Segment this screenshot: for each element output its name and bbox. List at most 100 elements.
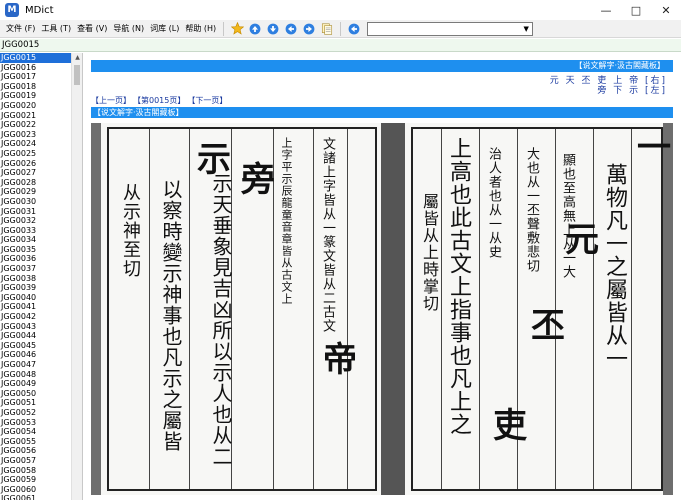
list-item[interactable]: JGG0053 <box>0 418 82 428</box>
list-scrollbar[interactable]: ▲ <box>71 53 82 500</box>
list-item[interactable]: JGG0044 <box>0 331 82 341</box>
chevron-down-icon[interactable]: ▼ <box>520 23 532 35</box>
copy-icon[interactable] <box>320 22 334 36</box>
list-item[interactable]: JGG0028 <box>0 178 82 188</box>
search-combobox[interactable]: ▼ <box>367 21 534 36</box>
list-item[interactable]: JGG0038 <box>0 274 82 284</box>
list-item[interactable]: JGG0022 <box>0 120 82 130</box>
list-item[interactable]: JGG0052 <box>0 408 82 418</box>
toolbar: 文件 (F) 工具 (T) 查看 (V) 导航 (N) 词库 (L) 帮助 (H… <box>0 20 681 38</box>
list-item[interactable]: JGG0031 <box>0 207 82 217</box>
menu-library[interactable]: 词库 (L) <box>147 23 182 34</box>
forward-icon[interactable] <box>302 22 316 36</box>
list-item[interactable]: JGG0018 <box>0 82 82 92</box>
list-item[interactable]: JGG0041 <box>0 302 82 312</box>
toolbar-separator <box>340 21 342 36</box>
list-item[interactable]: JGG0027 <box>0 168 82 178</box>
next-page-link[interactable]: 【下一页】 <box>187 95 227 106</box>
list-item[interactable]: JGG0023 <box>0 130 82 140</box>
scroll-up-icon[interactable]: ▲ <box>72 53 82 63</box>
list-item[interactable]: JGG0049 <box>0 379 82 389</box>
menu-file[interactable]: 文件 (F) <box>3 23 38 34</box>
list-item[interactable]: JGG0050 <box>0 389 82 399</box>
text-column: 顯也至高無上从一大 <box>560 153 575 279</box>
list-item[interactable]: JGG0043 <box>0 322 82 332</box>
list-item[interactable]: JGG0051 <box>0 398 82 408</box>
menu-navigate[interactable]: 导航 (N) <box>110 23 147 34</box>
list-item[interactable]: JGG0048 <box>0 370 82 380</box>
list-item[interactable]: JGG0021 <box>0 111 82 121</box>
dictionary-banner-secondary: 【说文解字·汲古閣藏板】 <box>91 107 673 118</box>
list-item[interactable]: JGG0020 <box>0 101 82 111</box>
seal-character: 帝 <box>323 340 357 380</box>
menu-view[interactable]: 查看 (V) <box>74 23 110 34</box>
list-item[interactable]: JGG0016 <box>0 63 82 73</box>
related-characters-row-2[interactable]: 旁 下 示 [左] <box>597 83 667 96</box>
list-item[interactable]: JGG0019 <box>0 91 82 101</box>
menu-tools[interactable]: 工具 (T) <box>38 23 74 34</box>
up-arrow-icon[interactable] <box>248 22 262 36</box>
close-button[interactable]: ✕ <box>651 0 681 20</box>
list-item[interactable]: JGG0057 <box>0 456 82 466</box>
definition-panel: 【说文解字·汲古閣藏板】 元 天 丕 吏 上 帝 [右] 旁 下 示 [左] 【… <box>84 53 681 500</box>
entry-list[interactable]: JGG0015 JGG0016 JGG0017 JGG0018 JGG0019 JGG00… <box>0 53 83 500</box>
search-go-icon[interactable] <box>347 22 361 36</box>
text-column: 以察時變示神事也凡示之屬皆 <box>159 179 183 452</box>
list-item[interactable]: JGG0032 <box>0 216 82 226</box>
scrollbar-thumb[interactable] <box>74 65 80 85</box>
list-item[interactable]: JGG0047 <box>0 360 82 370</box>
list-item[interactable]: JGG0046 <box>0 350 82 360</box>
prev-page-link[interactable]: 【上一页】 <box>91 95 131 106</box>
entry-input[interactable]: JGG0015 <box>2 40 39 50</box>
dictionary-banner: 【说文解字·汲古閣藏板】 <box>91 60 673 72</box>
list-item[interactable]: JGG0029 <box>0 187 82 197</box>
back-icon[interactable] <box>284 22 298 36</box>
list-item[interactable]: JGG0015 <box>0 53 82 63</box>
list-item[interactable]: JGG0030 <box>0 197 82 207</box>
list-item[interactable]: JGG0042 <box>0 312 82 322</box>
seal-character: 吏 <box>493 406 527 446</box>
entry-input-bar[interactable]: JGG0015 <box>0 39 681 52</box>
menu-bar: 文件 (F) 工具 (T) 查看 (V) 导航 (N) 词库 (L) 帮助 (H… <box>3 23 219 34</box>
app-logo-icon: M <box>5 3 19 17</box>
title-bar: M MDict — □ ✕ <box>0 0 681 20</box>
current-page-link[interactable]: 【第0015页】 <box>133 95 185 106</box>
list-item[interactable]: JGG0025 <box>0 149 82 159</box>
text-column: 屬皆从上時掌切 <box>420 193 439 312</box>
list-item[interactable]: JGG0017 <box>0 72 82 82</box>
list-item[interactable]: JGG0035 <box>0 245 82 255</box>
list-item[interactable]: JGG0059 <box>0 475 82 485</box>
list-item[interactable]: JGG0045 <box>0 341 82 351</box>
toolbar-separator <box>223 21 225 36</box>
list-item[interactable]: JGG0061 <box>0 494 82 500</box>
list-item[interactable]: JGG0039 <box>0 283 82 293</box>
text-column: 从示神至切 <box>120 183 141 278</box>
seal-character: 旁 <box>241 160 275 200</box>
list-item[interactable]: JGG0034 <box>0 235 82 245</box>
down-arrow-icon[interactable] <box>266 22 280 36</box>
maximize-button[interactable]: □ <box>621 0 651 20</box>
list-item[interactable]: JGG0055 <box>0 437 82 447</box>
text-column: 示天垂象見吉凶所以示人也从二 <box>209 173 233 467</box>
list-item[interactable]: JGG0058 <box>0 466 82 476</box>
list-item[interactable]: JGG0056 <box>0 446 82 456</box>
text-column: 治人者也从一从史 <box>486 147 501 259</box>
star-icon[interactable] <box>230 22 244 36</box>
window-title: MDict <box>25 4 54 16</box>
menu-help[interactable]: 帮助 (H) <box>182 23 219 34</box>
scanned-page-image: 萬物凡一之屬皆从一 顯也至高無上从一大 大也从一丕聲敷悲切 治人者也从一从史 上… <box>91 123 673 495</box>
text-column: 萬物凡一之屬皆从一 <box>602 163 627 370</box>
list-item[interactable]: JGG0026 <box>0 159 82 169</box>
list-item[interactable]: JGG0060 <box>0 485 82 495</box>
text-column: 上字平示辰龍童音章皆从古文上 <box>280 137 293 305</box>
list-item[interactable]: JGG0036 <box>0 254 82 264</box>
list-item[interactable]: JGG0037 <box>0 264 82 274</box>
seal-character: 一 <box>637 128 671 168</box>
list-item[interactable]: JGG0054 <box>0 427 82 437</box>
text-column: 上高也此古文上指事也凡上之 <box>446 137 471 436</box>
list-item[interactable]: JGG0024 <box>0 139 82 149</box>
list-item[interactable]: JGG0033 <box>0 226 82 236</box>
minimize-button[interactable]: — <box>591 0 621 20</box>
text-column: 文諸上字皆从一篆文皆从二古文 <box>320 137 335 333</box>
list-item[interactable]: JGG0040 <box>0 293 82 303</box>
